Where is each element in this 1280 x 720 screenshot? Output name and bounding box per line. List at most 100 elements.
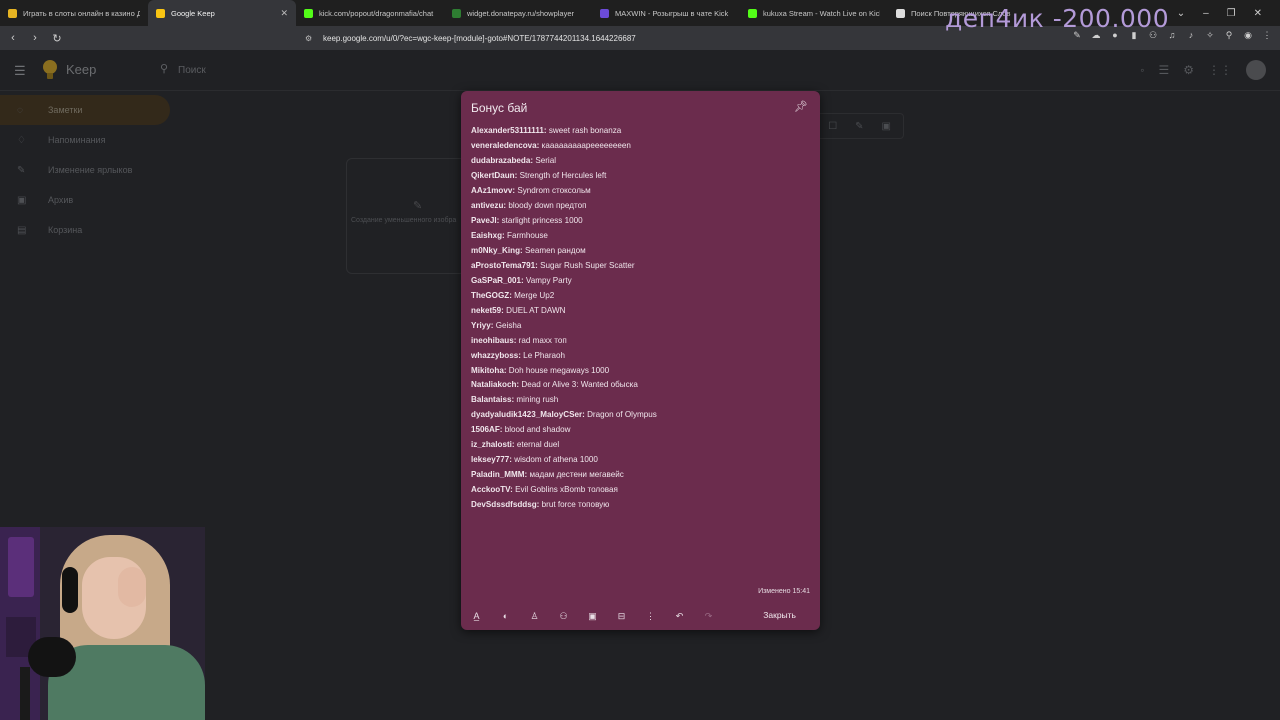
sidebar-item-trash[interactable]: ▤ Корзина xyxy=(0,215,170,245)
note-line-text: bloody down предтоп xyxy=(506,200,587,210)
brush-icon[interactable]: ✎ xyxy=(855,121,863,132)
note-line-text: Strength of Hercules left xyxy=(517,170,607,180)
note-line-user: iz_zhalosti: xyxy=(471,440,515,450)
note-line-user: antivezu: xyxy=(471,200,507,210)
archive-icon[interactable]: ⊟ xyxy=(616,611,627,622)
note-line-text: blood and shadow xyxy=(502,425,571,435)
favicon-icon xyxy=(748,8,757,18)
extension-icon[interactable]: ♪ xyxy=(1186,30,1196,41)
keep-header: ☰ Keep ⚲ ◦ ☰ ⚙ ⋮⋮ xyxy=(0,50,1280,91)
sidebar-item-label: Корзина xyxy=(48,225,83,235)
image-icon[interactable]: ▣ xyxy=(587,611,598,622)
minimize-button[interactable]: – xyxy=(1203,8,1209,19)
close-tab-icon[interactable]: ✕ xyxy=(280,8,288,19)
sidebar-item-label: Заметки xyxy=(48,105,83,115)
url-text[interactable]: keep.google.com/u/0/?ec=wgc-keep-[module… xyxy=(323,34,636,43)
note-body[interactable]: Alexander53111111: sweet rash bonanza ven… xyxy=(471,124,811,513)
note-line: AcckooTV: Evil Goblins xBomb толовая xyxy=(471,483,811,498)
browser-tab[interactable]: MAXWIN - Розыгрыш в чате Kick xyxy=(592,0,740,26)
sidebar-item-archive[interactable]: ▣ Архив xyxy=(0,185,170,215)
note-line-user: Balantaiss: xyxy=(471,395,515,405)
browser-tab[interactable]: widget.donatepay.ru/showplayer xyxy=(444,0,592,26)
tab-title: MAXWIN - Розыгрыш в чате Kick xyxy=(615,8,729,18)
checkbox-icon[interactable]: ☐ xyxy=(828,121,837,132)
note-line: veneraledencova: кааааааааарееееееееn xyxy=(471,139,811,154)
tab-title: kick.com/popout/dragonmafia/chat xyxy=(319,8,434,18)
note-line: Balantaiss: mining rush xyxy=(471,393,811,408)
sidebar-item-label: Изменение ярлыков xyxy=(48,165,133,175)
note-title[interactable]: Бонус бай xyxy=(471,101,527,115)
profile-icon[interactable]: ◉ xyxy=(1243,30,1253,41)
avatar[interactable] xyxy=(1246,60,1266,80)
note-line-text: Evil Goblins xBomb толовая xyxy=(512,485,618,495)
background-note-card[interactable]: ✎ Создание уменьшенного изобра xyxy=(346,158,466,274)
note-line: GaSPaR_001: Vampy Party xyxy=(471,274,811,289)
pin-icon[interactable]: 📌︎ xyxy=(794,100,808,113)
hamburger-menu-icon[interactable]: ☰ xyxy=(14,63,26,79)
tab-title: Играть в слоты онлайн в казино Др xyxy=(23,8,140,18)
note-line-text: Dragon of Olympus xyxy=(584,410,657,420)
extension-icon[interactable]: ⚲ xyxy=(1224,30,1234,41)
note-line-user: DevSdssdfsddsg: xyxy=(471,500,540,510)
note-line-text: Doh house megaways 1000 xyxy=(506,365,610,375)
note-editor-dialog: Бонус бай 📌︎ Alexander53111111: sweet ra… xyxy=(461,91,820,630)
search-input[interactable] xyxy=(178,60,778,80)
note-line: aProstoTema791: Sugar Rush Super Scatter xyxy=(471,259,811,274)
close-button[interactable]: Закрыть xyxy=(763,610,796,620)
image-icon[interactable]: ▣ xyxy=(882,121,891,132)
text-format-icon[interactable]: A̲ xyxy=(471,611,482,621)
note-card-caption: Создание уменьшенного изобра xyxy=(351,217,457,224)
apps-icon[interactable]: ⋮⋮ xyxy=(1208,63,1232,77)
note-line-text: мадам дестени мегавейс xyxy=(527,470,624,480)
forward-button[interactable]: › xyxy=(26,29,44,47)
note-line-user: neket59: xyxy=(471,305,504,315)
settings-icon[interactable]: ⚙ xyxy=(1183,63,1194,77)
add-collaborator-icon[interactable]: ⚇ xyxy=(558,611,569,622)
keep-logo-icon[interactable] xyxy=(40,58,60,82)
note-line: whazzyboss: Le Pharaoh xyxy=(471,349,811,364)
list-view-icon[interactable]: ☰ xyxy=(1158,63,1169,77)
sidebar-item-notes[interactable]: ◌ Заметки xyxy=(0,95,170,125)
note-line: QikertDaun: Strength of Hercules left xyxy=(471,169,811,184)
browser-tab[interactable]: kukuxa Stream - Watch Live on Kick xyxy=(740,0,888,26)
site-info-icon[interactable]: ⚙ xyxy=(305,34,315,43)
more-icon[interactable]: ⋮ xyxy=(645,611,656,622)
note-line-user: dyadyaludik1423_MaloyCSer: xyxy=(471,410,585,420)
note-line-user: aProstoTema791: xyxy=(471,260,538,270)
note-line-user: PaveJl: xyxy=(471,215,500,225)
undo-icon[interactable]: ↶ xyxy=(674,611,685,622)
palette-icon[interactable]: ◐ xyxy=(500,611,511,621)
browser-tab[interactable]: Google Keep ✕ xyxy=(148,0,296,26)
redo-icon[interactable]: ↷ xyxy=(703,611,714,622)
back-button[interactable]: ‹ xyxy=(4,29,22,47)
note-line: Nataliakoch: Dead or Alive 3: Wanted обы… xyxy=(471,378,811,393)
browser-tab[interactable]: Играть в слоты онлайн в казино Др xyxy=(0,0,148,26)
sidebar-item-reminders[interactable]: ♢ Напоминания xyxy=(0,125,170,155)
close-window-button[interactable]: ✕ xyxy=(1254,8,1262,19)
note-line: Alexander53111111: sweet rash bonanza xyxy=(471,124,811,139)
brush-icon: ✎ xyxy=(413,200,423,212)
note-line-text: Seamen рандом xyxy=(522,245,586,255)
note-line-text: eternal duel xyxy=(514,440,560,450)
note-line-user: whazzyboss: xyxy=(471,350,521,360)
note-line-user: ineohibaus: xyxy=(471,335,517,345)
sidebar-item-edit-labels[interactable]: ✎ Изменение ярлыков xyxy=(0,155,170,185)
omnibox[interactable]: ⚙ keep.google.com/u/0/?ec=wgc-keep-[modu… xyxy=(305,29,955,47)
note-line: Paladin_MMM: мадам дестени мегавейс xyxy=(471,468,811,483)
note-line-user: m0Nky_King: xyxy=(471,245,523,255)
extension-icon[interactable]: ✧ xyxy=(1205,30,1215,41)
bell-icon[interactable]: ♙ xyxy=(529,611,540,622)
note-line-text: brut force топовую xyxy=(539,500,610,510)
sidebar-item-label: Напоминания xyxy=(48,135,106,145)
menu-icon[interactable]: ⋮ xyxy=(1262,30,1272,41)
maximize-button[interactable]: ❐ xyxy=(1227,8,1236,19)
refresh-icon[interactable]: ◦ xyxy=(1140,63,1144,77)
app-title[interactable]: Keep xyxy=(66,62,96,77)
note-line-user: AcckooTV: xyxy=(471,485,513,495)
search-icon[interactable]: ⚲ xyxy=(160,62,168,75)
browser-tab[interactable]: kick.com/popout/dragonmafia/chat xyxy=(296,0,444,26)
tab-search-icon[interactable]: ⌄ xyxy=(1177,8,1185,19)
tab-title: kukuxa Stream - Watch Live on Kick xyxy=(763,8,880,18)
reload-button[interactable]: ↻ xyxy=(48,29,66,47)
webcam-overlay xyxy=(0,527,205,720)
